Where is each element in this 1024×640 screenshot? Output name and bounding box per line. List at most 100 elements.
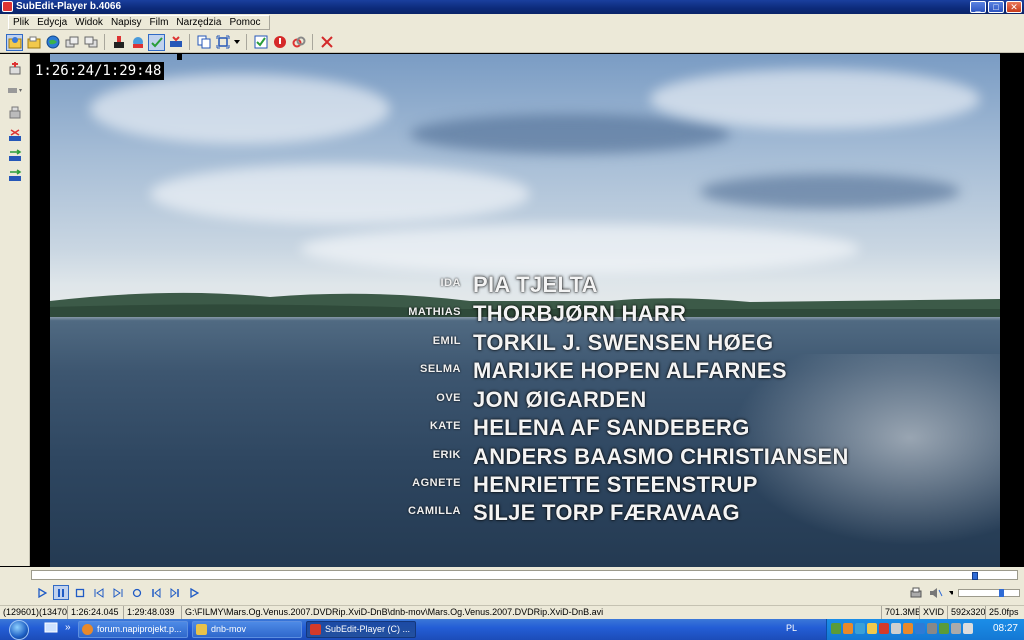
credit-role: CAMILLA <box>408 505 461 517</box>
status-current-time: 1:26:24.045 <box>68 606 124 619</box>
volume-dropdown-icon[interactable] <box>948 585 954 600</box>
app-icon <box>2 1 13 12</box>
close-button[interactable]: ✕ <box>1006 1 1022 13</box>
status-resolution: 592x320 <box>948 606 986 619</box>
menu-narzedzia[interactable]: Narzędzia <box>172 16 225 29</box>
printer-icon[interactable] <box>908 585 924 600</box>
abc-spellcheck-icon[interactable] <box>167 34 184 51</box>
windows-logo-icon <box>9 619 29 640</box>
credit-actor: HENRIETTE STEENSTRUP <box>473 472 758 497</box>
taskbar: » forum.napiprojekt.p... dnb-mov SubEdit… <box>0 619 1024 640</box>
video-frame[interactable]: 1:26:24/1:29:48 IDA PIA TJELTA MATHIAS T… <box>30 54 1024 567</box>
language-indicator[interactable]: PL <box>786 623 797 633</box>
minimize-button[interactable]: _ <box>970 1 986 13</box>
task-folder[interactable]: dnb-mov <box>192 621 302 638</box>
record-icon[interactable] <box>271 34 288 51</box>
credit-role: AGNETE <box>412 477 461 489</box>
credit-role: OVE <box>436 392 461 404</box>
loop-icon[interactable] <box>129 585 145 600</box>
audio-controls <box>908 585 954 600</box>
step-forward-icon[interactable] <box>110 585 126 600</box>
play-icon[interactable] <box>34 585 50 600</box>
window-tile-icon[interactable] <box>82 34 99 51</box>
stop-icon[interactable] <box>72 585 88 600</box>
credit-row: ERIK ANDERS BAASMO CHRISTIANSEN <box>30 444 1024 474</box>
tray-app-icon[interactable] <box>915 623 925 634</box>
menu-napisy[interactable]: Napisy <box>107 16 146 29</box>
tray-network-icon[interactable] <box>951 623 961 634</box>
tray-app-icon[interactable] <box>843 623 853 634</box>
open-folder-icon[interactable] <box>25 34 42 51</box>
task-firefox[interactable]: forum.napiprojekt.p... <box>78 621 188 638</box>
credit-actor: PIA TJELTA <box>473 272 598 297</box>
tools-icon[interactable] <box>6 82 24 98</box>
link-icon[interactable] <box>290 34 307 51</box>
credit-actor: JON ØIGARDEN <box>473 387 647 412</box>
tray-network-icon[interactable] <box>831 623 841 634</box>
maximize-button[interactable]: □ <box>988 1 1004 13</box>
status-fps: 25.0fps <box>989 607 1019 617</box>
abc-delete-icon[interactable] <box>6 128 24 144</box>
status-file-size: 701.3MB <box>882 606 920 619</box>
credit-role: EMIL <box>432 335 461 347</box>
window-title: SubEdit-Player b.4066 <box>16 1 122 12</box>
task-label: forum.napiprojekt.p... <box>97 624 182 634</box>
toolbar <box>0 31 1024 53</box>
credit-row: AGNETE HENRIETTE STEENSTRUP <box>30 472 1024 502</box>
next-icon[interactable] <box>167 585 183 600</box>
pause-icon[interactable] <box>53 585 69 600</box>
menu-bar: Plik Edycja Widok Napisy Film Narzędzia … <box>0 14 1024 31</box>
clock[interactable]: 08:27 <box>993 623 1018 634</box>
add-subtitle-icon[interactable] <box>6 60 24 76</box>
menu-widok[interactable]: Widok <box>71 16 107 29</box>
abc-swap-icon[interactable] <box>6 148 24 164</box>
tray-app-icon[interactable] <box>939 623 949 634</box>
previous-icon[interactable] <box>148 585 164 600</box>
play-alt-icon[interactable] <box>186 585 202 600</box>
credit-role: SELMA <box>420 363 461 375</box>
checkbox-icon[interactable] <box>252 34 269 51</box>
subtitle-sync-icon[interactable] <box>129 34 146 51</box>
tray-app-icon[interactable] <box>867 623 877 634</box>
tray-app-icon[interactable] <box>891 623 901 634</box>
menu-plik[interactable]: Plik <box>9 16 33 29</box>
tray-app-icon[interactable] <box>927 623 937 634</box>
fullscreen-icon[interactable] <box>214 34 231 51</box>
abc-next-icon[interactable] <box>6 168 24 184</box>
status-codec: XVID <box>920 606 948 619</box>
quicklaunch-more[interactable]: » <box>65 622 71 633</box>
tray-app-icon[interactable] <box>903 623 913 634</box>
open-file-icon[interactable] <box>6 33 23 51</box>
volume-slider[interactable] <box>958 589 1020 597</box>
credit-row: CAMILLA SILJE TORP FÆRAVAAG <box>30 500 1024 530</box>
firefox-icon <box>82 624 93 635</box>
credit-row: MATHIAS THORBJØRN HARR <box>30 301 1024 331</box>
dropdown-arrow-icon[interactable] <box>233 34 241 51</box>
show-desktop-icon[interactable] <box>44 622 58 637</box>
hand-icon[interactable] <box>6 104 24 120</box>
seek-bar[interactable] <box>31 570 1018 580</box>
cancel-icon[interactable] <box>318 34 335 51</box>
copy-icon[interactable] <box>195 34 212 51</box>
step-back-icon[interactable] <box>91 585 107 600</box>
subtitle-timing-icon[interactable] <box>110 34 127 51</box>
menu-edycja[interactable]: Edycja <box>33 16 71 29</box>
credit-actor: SILJE TORP FÆRAVAAG <box>473 500 740 525</box>
subtitle-check-icon[interactable] <box>148 33 165 51</box>
window-restore-icon[interactable] <box>63 34 80 51</box>
speaker-icon[interactable] <box>928 585 944 600</box>
menu-film[interactable]: Film <box>146 16 173 29</box>
tray-volume-icon[interactable] <box>963 623 973 634</box>
credit-actor: THORBJØRN HARR <box>473 301 687 326</box>
status-frames: (129601)(134701) <box>0 606 68 619</box>
tray-app-icon[interactable] <box>855 623 865 634</box>
menu-pomoc[interactable]: Pomoc <box>225 16 264 29</box>
globe-icon[interactable] <box>44 34 61 51</box>
start-button[interactable] <box>4 619 34 640</box>
tray-app-icon[interactable] <box>879 623 889 634</box>
title-bar: SubEdit-Player b.4066 _ □ ✕ <box>0 0 1024 14</box>
volume-thumb[interactable] <box>999 589 1004 597</box>
seek-thumb[interactable] <box>972 572 978 580</box>
task-subedit[interactable]: SubEdit-Player (C) ... <box>306 621 416 638</box>
task-label: dnb-mov <box>211 624 247 634</box>
